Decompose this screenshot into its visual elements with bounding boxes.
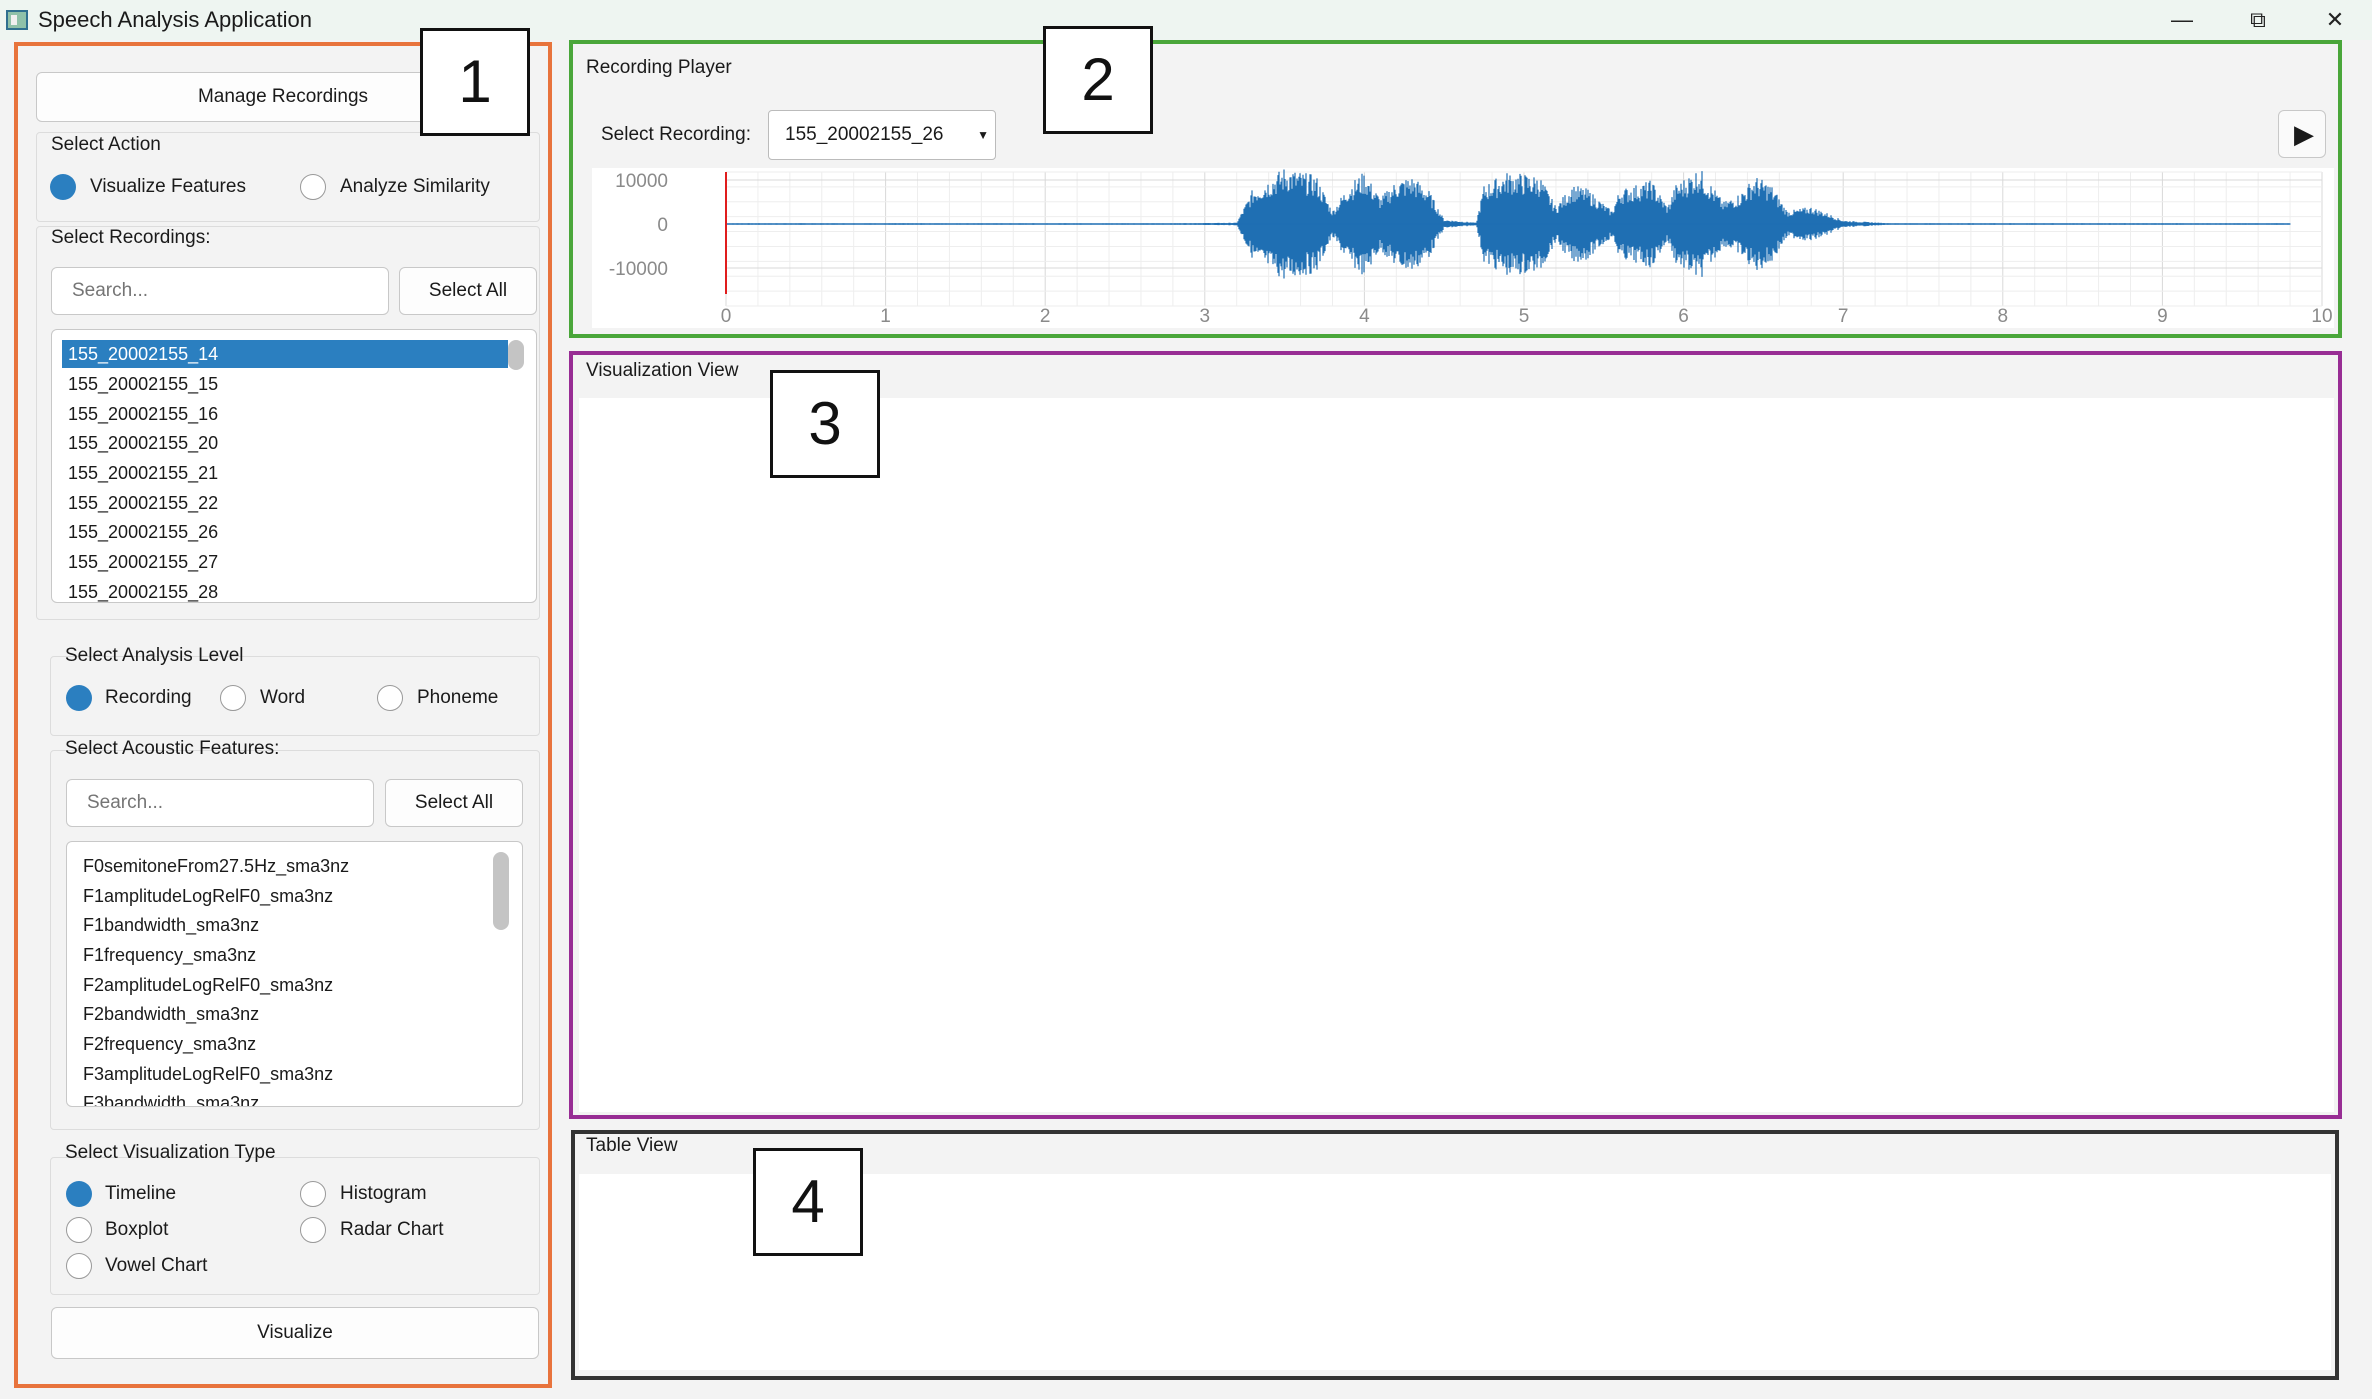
annotation-frame-2 — [569, 40, 2342, 338]
annotation-frame-1 — [14, 42, 552, 1388]
marker-4: 4 — [753, 1148, 863, 1256]
close-icon[interactable]: ✕ — [2305, 4, 2365, 36]
marker-1: 1 — [420, 28, 530, 136]
minimize-icon[interactable]: — — [2152, 4, 2212, 36]
maximize-icon[interactable]: ⧉ — [2228, 4, 2288, 36]
marker-2: 2 — [1043, 26, 1153, 134]
app-icon — [6, 10, 28, 30]
marker-3: 3 — [770, 370, 880, 478]
window-title: Speech Analysis Application — [38, 7, 312, 32]
title-bar — [0, 0, 2372, 40]
